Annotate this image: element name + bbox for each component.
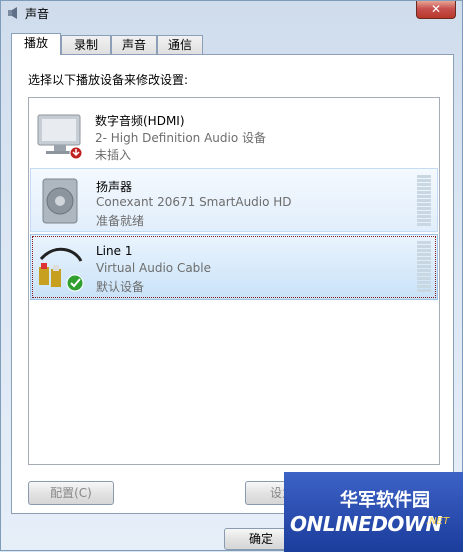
device-status: 准备就绪 <box>96 212 144 229</box>
watermark-cn: 华军软件园 <box>340 486 430 512</box>
tab-sounds[interactable]: 声音 <box>111 35 157 54</box>
tab-playback[interactable]: 播放 <box>11 33 61 55</box>
volume-meter <box>417 175 431 227</box>
tab-recording[interactable]: 录制 <box>61 35 111 54</box>
device-status: 默认设备 <box>96 278 144 295</box>
device-name: 扬声器 <box>96 178 132 195</box>
volume-meter <box>417 241 431 293</box>
window-title: 声音 <box>25 5 49 22</box>
device-description: Virtual Audio Cable <box>96 261 211 275</box>
monitor-icon <box>34 109 86 161</box>
tab-communications[interactable]: 通信 <box>157 35 203 54</box>
device-item-line1[interactable]: Line 1 Virtual Audio Cable 默认设备 <box>30 234 438 300</box>
device-item-hdmi[interactable]: 数字音频(HDMI) 2- High Definition Audio 设备 未… <box>30 103 438 167</box>
device-list[interactable]: 数字音频(HDMI) 2- High Definition Audio 设备 未… <box>28 97 440 465</box>
audio-cable-icon <box>35 241 87 293</box>
title-bar[interactable]: 声音 ✕ <box>1 1 462 25</box>
sound-dialog: 声音 ✕ 播放 录制 声音 通信 选择以下播放设备来修改设置: 数字音频(HDM… <box>0 0 463 551</box>
device-description: Conexant 20671 SmartAudio HD <box>96 195 292 209</box>
watermark-en: ONLINEDOWN <box>290 512 442 536</box>
speaker-device-icon <box>35 175 87 227</box>
device-name: Line 1 <box>96 244 132 258</box>
instruction-text: 选择以下播放设备来修改设置: <box>28 71 188 88</box>
speaker-icon <box>7 6 21 20</box>
watermark-suffix: .NET <box>426 516 449 527</box>
watermark-logo: 华军软件园 ONLINEDOWN .NET <box>284 472 463 552</box>
device-description: 2- High Definition Audio 设备 <box>95 129 266 146</box>
close-button[interactable]: ✕ <box>416 1 456 19</box>
device-item-speakers[interactable]: 扬声器 Conexant 20671 SmartAudio HD 准备就绪 <box>30 168 438 232</box>
device-name: 数字音频(HDMI) <box>95 112 185 129</box>
device-status: 未插入 <box>95 146 131 163</box>
configure-button[interactable]: 配置(C) <box>28 481 114 505</box>
playback-panel: 选择以下播放设备来修改设置: 数字音频(HDMI) 2- High Defini… <box>11 54 454 514</box>
